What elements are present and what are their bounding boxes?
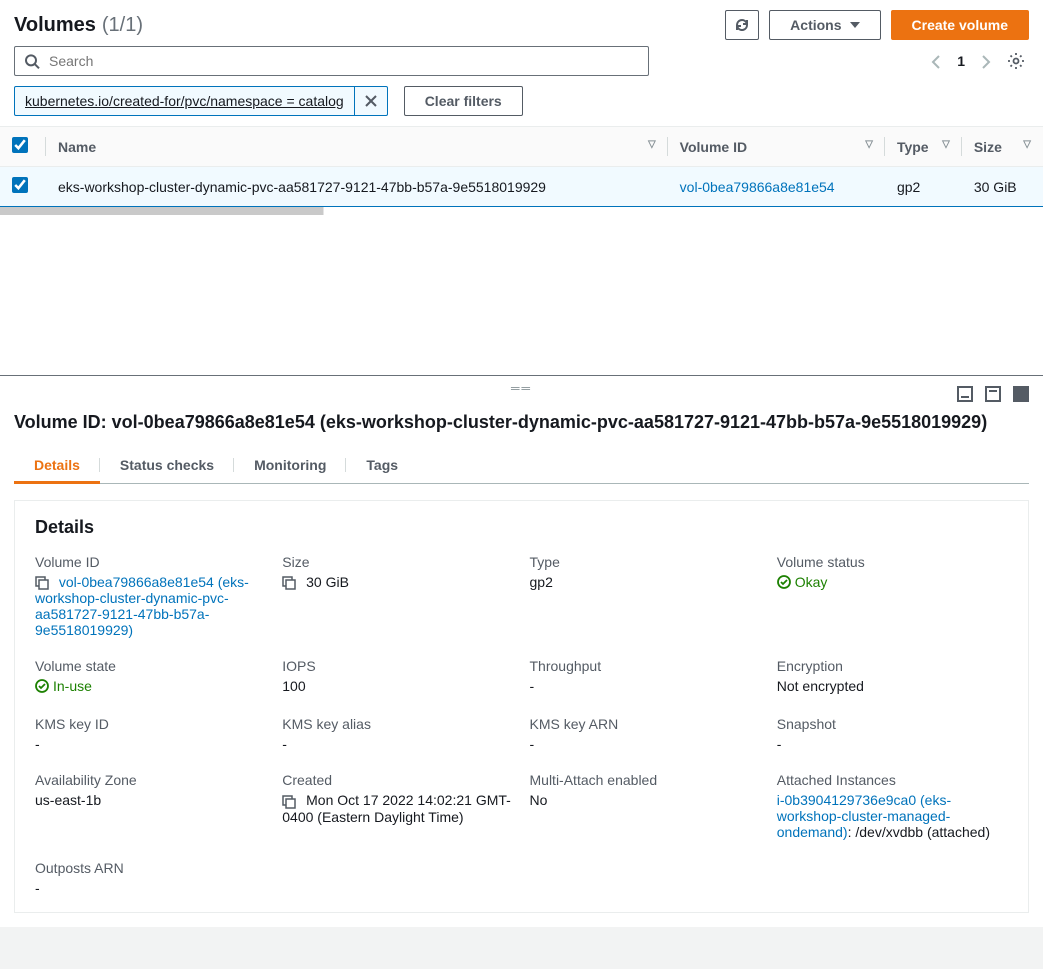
value-kms-key-alias: - — [282, 736, 513, 752]
status-badge: Okay — [777, 574, 828, 590]
label-attached-instances: Attached Instances — [777, 772, 1008, 788]
col-volume-id[interactable]: Volume ID▽ — [668, 127, 885, 167]
col-name[interactable]: Name▽ — [46, 127, 668, 167]
check-circle-icon — [35, 679, 49, 693]
value-encryption: Not encrypted — [777, 678, 1008, 694]
copy-icon — [35, 576, 49, 590]
value-created: Mon Oct 17 2022 14:02:21 GMT-0400 (Easte… — [282, 792, 511, 824]
page-title: Volumes — [14, 14, 96, 37]
filter-remove-button[interactable] — [354, 87, 387, 115]
label-encryption: Encryption — [777, 658, 1008, 674]
value-kms-key-arn: - — [530, 736, 761, 752]
table-row[interactable]: eks-workshop-cluster-dynamic-pvc-aa58172… — [0, 167, 1043, 207]
value-type: gp2 — [530, 574, 761, 590]
close-icon — [365, 95, 377, 107]
clear-filters-button[interactable]: Clear filters — [404, 86, 523, 116]
col-size[interactable]: Size▽ — [962, 127, 1043, 167]
label-created: Created — [282, 772, 513, 788]
label-size: Size — [282, 554, 513, 570]
value-attached-suffix: : /dev/xvdbb (attached) — [848, 824, 990, 840]
value-volume-id-link[interactable]: vol-0bea79866a8e81e54 (eks-workshop-clus… — [35, 574, 249, 638]
prev-page-button[interactable] — [931, 53, 941, 69]
select-all-checkbox[interactable] — [12, 137, 28, 153]
row-checkbox[interactable] — [12, 177, 28, 193]
cell-type: gp2 — [885, 167, 962, 207]
search-input[interactable] — [14, 46, 649, 76]
refresh-button[interactable] — [725, 10, 759, 40]
value-iops: 100 — [282, 678, 513, 694]
copy-volume-id-button[interactable] — [35, 574, 49, 590]
label-type: Type — [530, 554, 761, 570]
label-kms-key-alias: KMS key alias — [282, 716, 513, 732]
copy-icon — [282, 795, 296, 809]
label-kms-key-arn: KMS key ARN — [530, 716, 761, 732]
tab-monitoring[interactable]: Monitoring — [234, 447, 346, 483]
label-snapshot: Snapshot — [777, 716, 1008, 732]
panel-maximize-button[interactable] — [1013, 386, 1029, 402]
value-throughput: - — [530, 678, 761, 694]
details-heading: Details — [35, 517, 1008, 538]
copy-icon — [282, 576, 296, 590]
label-throughput: Throughput — [530, 658, 761, 674]
cell-size: 30 GiB — [962, 167, 1043, 207]
split-divider[interactable]: ══ — [0, 375, 1043, 376]
copy-created-button[interactable] — [282, 792, 296, 808]
value-availability-zone: us-east-1b — [35, 792, 266, 808]
label-volume-status: Volume status — [777, 554, 1008, 570]
tab-tags[interactable]: Tags — [346, 447, 418, 483]
tab-status-checks[interactable]: Status checks — [100, 447, 234, 483]
panel-restore-button[interactable] — [985, 386, 1001, 402]
caret-down-icon — [850, 22, 860, 28]
page-number: 1 — [957, 53, 965, 69]
value-kms-key-id: - — [35, 736, 266, 752]
drag-handle-icon: ══ — [511, 381, 532, 395]
panel-minimize-button[interactable] — [957, 386, 973, 402]
horizontal-scrollbar[interactable] — [0, 207, 1043, 215]
label-multi-attach: Multi-Attach enabled — [530, 772, 761, 788]
gear-icon — [1007, 52, 1025, 70]
filter-tag: kubernetes.io/created-for/pvc/namespace … — [14, 86, 388, 116]
label-kms-key-id: KMS key ID — [35, 716, 266, 732]
value-snapshot: - — [777, 736, 1008, 752]
next-page-button[interactable] — [981, 53, 991, 69]
volumes-table: Name▽ Volume ID▽ Type▽ Size▽ eks-worksho… — [0, 127, 1043, 207]
refresh-icon — [734, 17, 750, 33]
label-iops: IOPS — [282, 658, 513, 674]
cell-volume-id-link[interactable]: vol-0bea79866a8e81e54 — [680, 179, 835, 195]
status-badge: In-use — [35, 678, 92, 694]
create-volume-button[interactable]: Create volume — [891, 10, 1029, 40]
tab-details[interactable]: Details — [14, 447, 100, 483]
value-outposts-arn: - — [35, 880, 266, 896]
actions-button[interactable]: Actions — [769, 10, 880, 40]
actions-label: Actions — [790, 17, 841, 33]
filter-tag-text[interactable]: kubernetes.io/created-for/pvc/namespace … — [15, 87, 354, 115]
panel-tabs: Details Status checks Monitoring Tags — [14, 447, 1029, 484]
col-type[interactable]: Type▽ — [885, 127, 962, 167]
label-volume-state: Volume state — [35, 658, 266, 674]
search-icon — [24, 52, 40, 69]
label-outposts-arn: Outposts ARN — [35, 860, 266, 876]
cell-name: eks-workshop-cluster-dynamic-pvc-aa58172… — [46, 167, 668, 207]
check-circle-icon — [777, 575, 791, 589]
value-multi-attach: No — [530, 792, 761, 808]
panel-title: Volume ID: vol-0bea79866a8e81e54 (eks-wo… — [14, 412, 1029, 433]
label-volume-id: Volume ID — [35, 554, 266, 570]
selection-count: (1/1) — [102, 14, 143, 37]
settings-button[interactable] — [1007, 52, 1025, 70]
copy-size-button[interactable] — [282, 574, 296, 590]
value-size: 30 GiB — [306, 574, 349, 590]
label-availability-zone: Availability Zone — [35, 772, 266, 788]
